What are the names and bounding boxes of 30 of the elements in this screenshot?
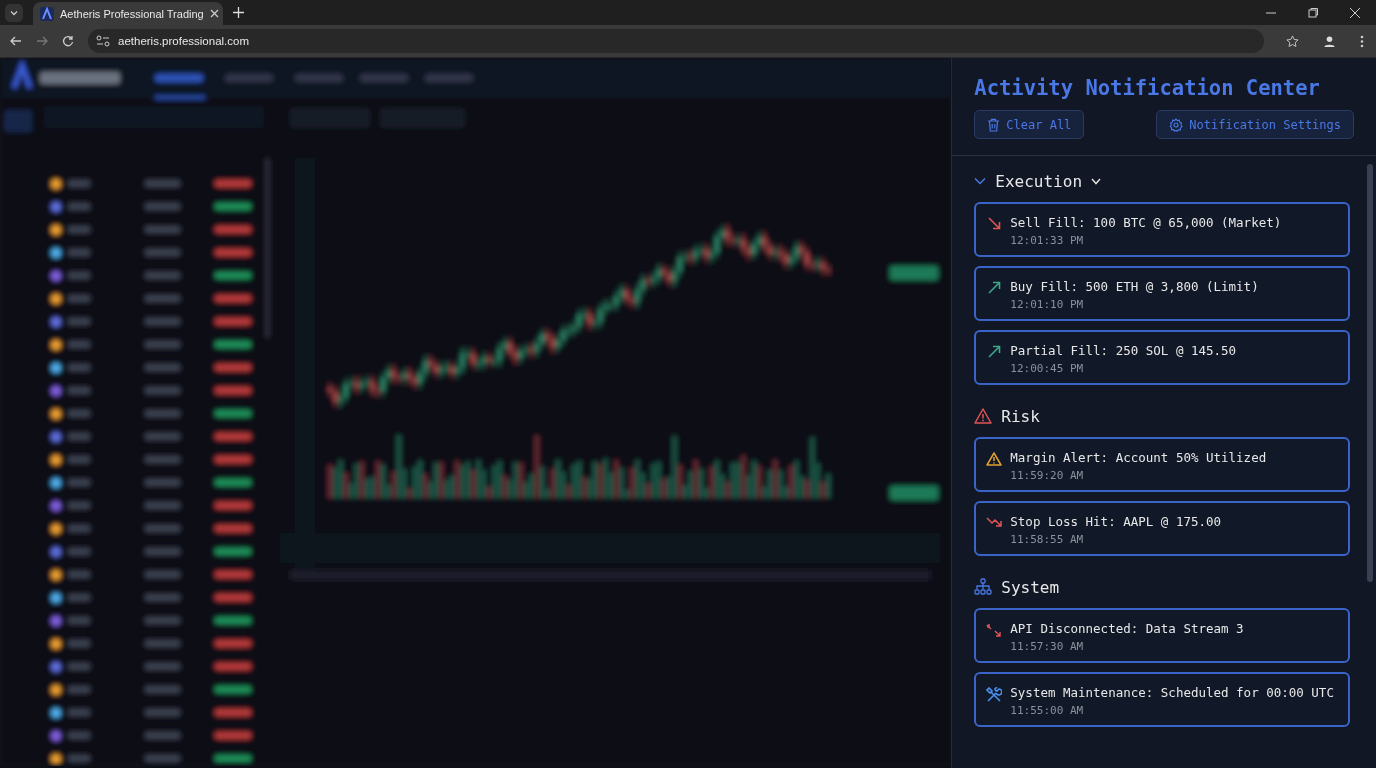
notification-time: 11:55:00 AM (1010, 704, 1085, 717)
notification-text: Partial Fill: 250 SOL @ 145.50 (1010, 343, 1237, 358)
notification-card[interactable]: Partial Fill: 250 SOL @ 145.50 12:00:45 PM (974, 330, 1350, 385)
notification-text: Stop Loss Hit: AAPL @ 175.00 (1010, 514, 1222, 529)
notification-time: 11:58:55 AM (1010, 533, 1085, 546)
notification-text: API Disconnected: Data Stream 3 (1010, 621, 1244, 636)
notification-card[interactable]: Buy Fill: 500 ETH @ 3,800 (Limit) 12:01:10 PM (974, 266, 1350, 321)
address-field[interactable]: aetheris.professional.com (88, 29, 1264, 53)
notification-text: Margin Alert: Account 50% Utilized (1010, 450, 1267, 465)
notification-time: 11:57:30 AM (1010, 640, 1085, 653)
notification-text: Buy Fill: 500 ETH @ 3,800 (Limit) (1010, 279, 1259, 294)
notification-time: 11:59:20 AM (1010, 469, 1085, 482)
notification-card[interactable]: API Disconnected: Data Stream 3 11:57:30 AM (974, 608, 1350, 663)
notification-time: 12:00:45 PM (1010, 362, 1085, 375)
settings-button[interactable]: Notification Settings (1156, 110, 1354, 139)
tab-title: Aetheris Professional Trading (60, 7, 204, 20)
panel-title: Activity Notification Center (974, 76, 1321, 100)
notification-card[interactable]: Sell Fill: 100 BTC @ 65,000 (Market) 12:01:33 PM (974, 202, 1350, 257)
notification-card[interactable]: System Maintenance: Scheduled for 00:00 UTC 11:55:00 AM (974, 672, 1350, 727)
notification-time: 12:01:10 PM (1010, 298, 1085, 311)
notification-text: Sell Fill: 100 BTC @ 65,000 (Market) (1010, 215, 1282, 230)
browser-tab[interactable]: Aetheris Professional Trading (33, 1, 223, 26)
section-title: System (1001, 577, 1060, 597)
notification-time: 12:01:33 PM (1010, 234, 1085, 247)
notification-text: System Maintenance: Scheduled for 00:00 UTC (1010, 685, 1334, 700)
section-title: Risk (1001, 406, 1040, 426)
notification-card[interactable]: Margin Alert: Account 50% Utilized 11:59:20 AM (974, 437, 1350, 492)
clear-all-button[interactable]: Clear All (974, 110, 1085, 139)
notification-card[interactable]: Stop Loss Hit: AAPL @ 175.00 11:58:55 AM (974, 501, 1350, 556)
section-title: Execution (995, 171, 1082, 191)
